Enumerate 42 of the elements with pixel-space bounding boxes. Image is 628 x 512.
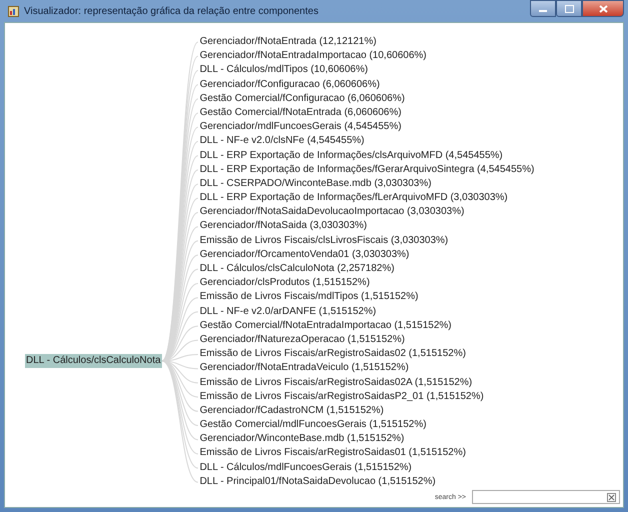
tree-node[interactable]: DLL - Principal01/fNotaSaidaDevolucao (1,515152%) xyxy=(200,474,534,489)
tree-node[interactable]: DLL - NF-e v2.0/arDANFE (1,515152%) xyxy=(200,304,534,319)
tree-node[interactable]: DLL - Cálculos/clsCalculoNota (2,257182%) xyxy=(200,262,534,276)
tree-node[interactable]: DLL - ERP Exportação de Informações/fGerarArquivoSintegra (4,545455%) xyxy=(200,162,534,177)
tree-node[interactable]: Gestão Comercial/fNotaEntrada (6,060606%) xyxy=(200,106,534,120)
tree-node[interactable]: Gerenciador/fNotaEntradaVeiculo (1,515152%) xyxy=(200,361,534,376)
tree-node[interactable]: DLL - ERP Exportação de Informações/fLerArquivoMFD (3,030303%) xyxy=(200,191,534,206)
search-field[interactable] xyxy=(472,490,620,504)
tree-node[interactable]: Gerenciador/fNotaEntrada (12,12121%) xyxy=(200,35,534,50)
tree-node[interactable]: Gerenciador/fNotaEntradaImportacao (10,60606%) xyxy=(200,49,534,64)
app-icon xyxy=(8,6,19,16)
tree-node[interactable]: Gerenciador/fNotaSaidaDevolucaoImportacao (3,030303%) xyxy=(200,205,534,220)
root-node[interactable]: DLL - Cálculos/clsCalculoNota xyxy=(25,354,162,368)
window-title: Visualizador: representação gráfica da relação entre componentes xyxy=(24,6,318,16)
tree-node[interactable]: Emissão de Livros Fiscais/arRegistroSaidas01 (1,515152%) xyxy=(200,446,534,461)
tree-node[interactable]: Gerenciador/WinconteBase.mdb (1,515152%) xyxy=(200,432,534,446)
maximize-icon xyxy=(564,4,574,12)
tree-node[interactable]: Gestão Comercial/fConfiguracao (6,060606%) xyxy=(200,92,534,106)
tree-node[interactable]: Gerenciador/clsProdutos (1,515152%) xyxy=(200,276,534,290)
tree-node[interactable]: Emissão de Livros Fiscais/arRegistroSaidas02A (1,515152%) xyxy=(200,376,534,390)
tree-node[interactable]: Gerenciador/mdlFuncoesGerais (4,545455%) xyxy=(200,120,534,134)
tree-node[interactable]: DLL - Cálculos/mdlFuncoesGerais (1,515152%) xyxy=(200,460,534,475)
tree-node[interactable]: Emissão de Livros Fiscais/clsLivrosFiscais (3,030303%) xyxy=(200,234,534,248)
tree-node[interactable]: Gestão Comercial/mdlFuncoesGerais (1,515152%) xyxy=(200,418,534,432)
tree-node[interactable]: DLL - Cálculos/mdlTipos (10,60606%) xyxy=(200,63,534,78)
tree-node[interactable]: Gerenciador/fNotaSaida (3,030303%) xyxy=(200,219,534,234)
close-button[interactable] xyxy=(582,0,624,17)
tree-node[interactable]: Emissão de Livros Fiscais/mdlTipos (1,515152%) xyxy=(200,290,534,305)
tree-node[interactable]: Emissão de Livros Fiscais/arRegistroSaidasP2_01 (1,515152%) xyxy=(200,390,534,404)
minimize-button[interactable] xyxy=(530,0,556,17)
close-icon xyxy=(598,4,608,12)
clear-icon[interactable] xyxy=(607,492,616,502)
tree-node[interactable]: Gerenciador/fOrcamentoVenda01 (3,030303%) xyxy=(200,248,534,262)
tree-node[interactable]: DLL - NF-e v2.0/clsNFe (4,545455%) xyxy=(200,134,534,148)
tree-node[interactable]: Gerenciador/fNaturezaOperacao (1,515152%) xyxy=(200,332,534,348)
tree-node[interactable]: Gerenciador/fConfiguracao (6,060606%) xyxy=(200,78,534,92)
tree-node[interactable]: Emissão de Livros Fiscais/arRegistroSaidas02 (1,515152%) xyxy=(200,347,534,362)
maximize-button[interactable] xyxy=(556,0,582,17)
tree-node[interactable]: Gerenciador/fCadastroNCM (1,515152%) xyxy=(200,404,534,418)
tree-node[interactable]: DLL - CSERPADO/WinconteBase.mdb (3,030303%) xyxy=(200,176,534,192)
tree-node[interactable]: Gestão Comercial/fNotaEntradaImportacao (1,515152%) xyxy=(200,318,534,333)
tree-node[interactable]: DLL - ERP Exportação de Informações/clsArquivoMFD (4,545455%) xyxy=(200,148,534,163)
